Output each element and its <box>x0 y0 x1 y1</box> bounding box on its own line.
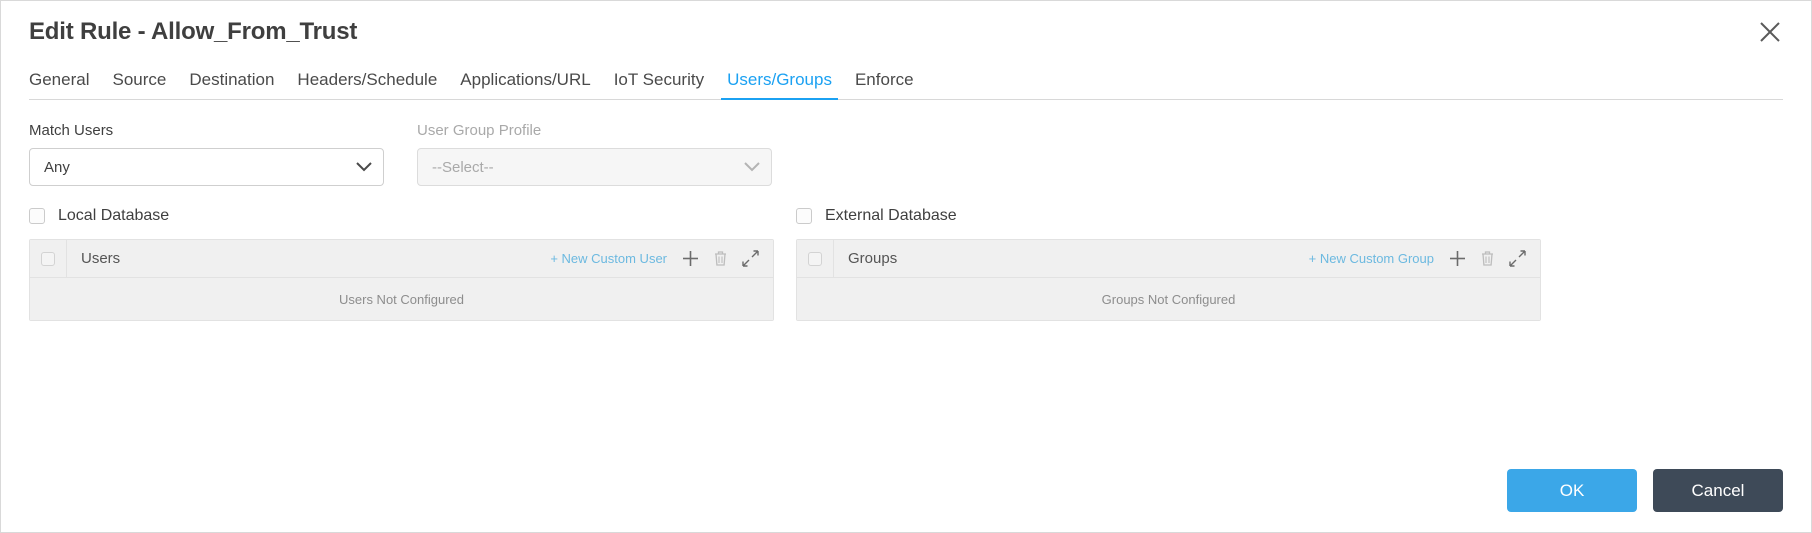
match-users-field: Match Users Any <box>29 122 384 186</box>
groups-table-actions <box>1434 249 1540 268</box>
cancel-button[interactable]: Cancel <box>1653 469 1783 512</box>
local-database-panel: Local Database Users + New Custom User U… <box>29 204 774 321</box>
tab-source[interactable]: Source <box>112 70 166 99</box>
user-group-profile-label: User Group Profile <box>417 122 542 139</box>
match-users-select[interactable]: Any <box>29 148 384 186</box>
trash-icon <box>1478 249 1497 268</box>
plus-icon[interactable] <box>1448 249 1467 268</box>
match-users-value: Any <box>44 158 70 176</box>
page-title: Edit Rule - Allow_From_Trust <box>29 18 358 45</box>
tab-headers-schedule[interactable]: Headers/Schedule <box>297 70 437 99</box>
ok-button[interactable]: OK <box>1507 469 1637 512</box>
tab-users-groups[interactable]: Users/Groups <box>721 70 838 100</box>
expand-icon[interactable] <box>741 249 760 268</box>
chevron-down-icon <box>744 162 760 172</box>
user-group-profile-select: --Select-- <box>417 148 772 186</box>
tab-enforce[interactable]: Enforce <box>855 70 914 99</box>
groups-select-all-checkbox[interactable] <box>808 251 822 266</box>
users-column-header: Users <box>81 250 121 267</box>
users-select-all-checkbox[interactable] <box>41 251 55 266</box>
users-table-header: Users + New Custom User <box>30 240 773 278</box>
users-table: Users + New Custom User Users Not Config… <box>29 239 774 321</box>
users-table-actions <box>667 249 773 268</box>
plus-icon[interactable] <box>681 249 700 268</box>
tab-destination[interactable]: Destination <box>189 70 274 99</box>
groups-table: Groups + New Custom Group Groups Not Con… <box>796 239 1541 321</box>
close-icon[interactable] <box>1753 15 1787 49</box>
trash-icon <box>711 249 730 268</box>
groups-select-all-cell <box>797 240 834 277</box>
tab-iot-security[interactable]: IoT Security <box>614 70 704 99</box>
user-group-profile-value: --Select-- <box>432 158 494 176</box>
chevron-down-icon <box>356 162 372 172</box>
groups-column-header: Groups <box>848 250 898 267</box>
tab-applications-url[interactable]: Applications/URL <box>460 70 590 99</box>
dialog-footer: OK Cancel <box>1507 469 1783 512</box>
users-select-all-cell <box>30 240 67 277</box>
form-row: Match Users Any User Group Profile --Sel… <box>1 100 1811 186</box>
local-database-checkbox[interactable] <box>29 208 45 224</box>
new-custom-user-link[interactable]: + New Custom User <box>550 251 667 266</box>
tab-bar: General Source Destination Headers/Sched… <box>29 63 1783 100</box>
local-database-label: Local Database <box>58 207 170 224</box>
expand-icon[interactable] <box>1508 249 1527 268</box>
external-database-label: External Database <box>825 207 957 224</box>
groups-empty-message: Groups Not Configured <box>797 278 1540 320</box>
users-empty-message: Users Not Configured <box>30 278 773 320</box>
groups-table-header: Groups + New Custom Group <box>797 240 1540 278</box>
local-database-check-row: Local Database <box>29 204 774 228</box>
external-database-checkbox[interactable] <box>796 208 812 224</box>
new-custom-group-link[interactable]: + New Custom Group <box>1309 251 1434 266</box>
match-users-label: Match Users <box>29 122 114 139</box>
external-database-panel: External Database Groups + New Custom Gr… <box>796 204 1541 321</box>
external-database-check-row: External Database <box>796 204 1541 228</box>
tab-general[interactable]: General <box>29 70 89 99</box>
dialog-header: Edit Rule - Allow_From_Trust <box>1 1 1811 63</box>
edit-rule-dialog: Edit Rule - Allow_From_Trust General Sou… <box>0 0 1812 533</box>
user-group-profile-field: User Group Profile --Select-- <box>417 122 772 186</box>
database-panels: Local Database Users + New Custom User U… <box>1 186 1811 321</box>
